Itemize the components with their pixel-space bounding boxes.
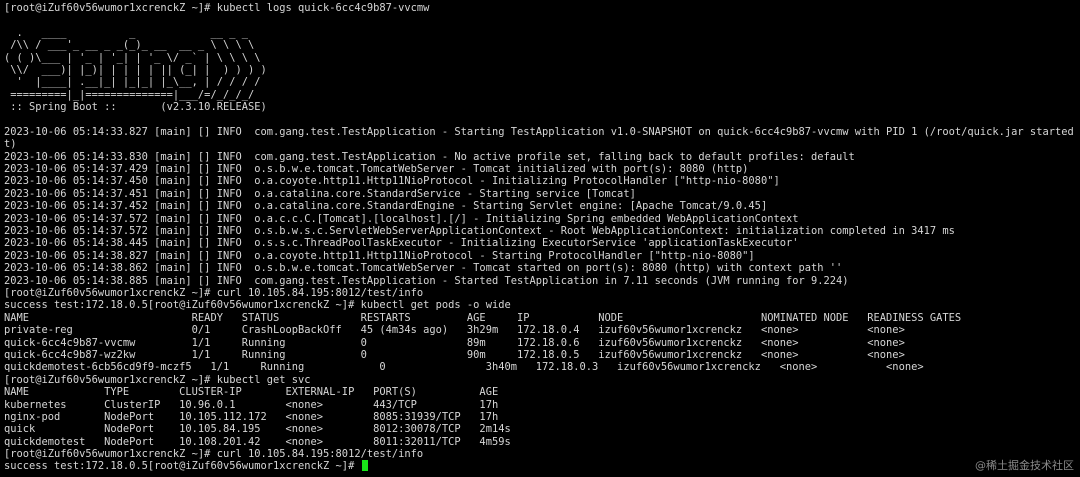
terminal-line: 2023-10-06 05:14:33.830 [main] [] INFO c… xyxy=(4,150,855,163)
terminal-line: NAME READY STATUS RESTARTS AGE IP NODE N… xyxy=(4,311,962,324)
terminal-line: quickdemotest NodePort 10.108.201.42 <no… xyxy=(4,435,511,448)
terminal-line: [root@iZuf60v56wumor1xcrenckZ ~]# curl 1… xyxy=(4,286,424,299)
terminal-line: ( ( )\___ | '_ | '_| | '_ \/ _` | \ \ \ … xyxy=(4,51,261,64)
terminal-line: quickdemotest-6cb56cd9f9-mczf5 1/1 Runni… xyxy=(4,361,924,374)
terminal-line: quick-6cc4c9b87-vvcmw 1/1 Running 0 89m … xyxy=(4,336,905,349)
terminal-line: :: Spring Boot :: (v2.3.10.RELEASE) xyxy=(4,101,267,114)
terminal-line: 2023-10-06 05:14:38.885 [main] [] INFO c… xyxy=(4,274,849,287)
terminal-line: [root@iZuf60v56wumor1xcrenckZ ~]# kubect… xyxy=(4,373,311,386)
prompt-text: success test:172.18.0.5[root@iZuf60v56wu… xyxy=(4,460,361,473)
terminal-line: success test:172.18.0.5[root@iZuf60v56wu… xyxy=(4,299,511,312)
terminal-line: [root@iZuf60v56wumor1xcrenckZ ~]# curl 1… xyxy=(4,448,424,461)
terminal-line: 2023-10-06 05:14:33.827 [main] [] INFO c… xyxy=(4,125,1080,138)
terminal-line: [root@iZuf60v56wumor1xcrenckZ ~]# kubect… xyxy=(4,2,430,14)
terminal-line: 2023-10-06 05:14:37.429 [main] [] INFO o… xyxy=(4,163,749,176)
terminal-lines: [root@iZuf60v56wumor1xcrenckZ ~]# kubect… xyxy=(4,2,1080,461)
terminal-line: 2023-10-06 05:14:37.450 [main] [] INFO o… xyxy=(4,175,780,188)
terminal-line: 2023-10-06 05:14:37.572 [main] [] INFO o… xyxy=(4,212,799,225)
terminal-line: private-reg 0/1 CrashLoopBackOff 45 (4m3… xyxy=(4,324,905,337)
terminal-line: /\\ / ___'_ __ _ _(_)_ __ __ _ \ \ \ \ xyxy=(4,39,255,52)
terminal-line: 2023-10-06 05:14:38.445 [main] [] INFO o… xyxy=(4,237,799,250)
terminal-line: 2023-10-06 05:14:37.451 [main] [] INFO o… xyxy=(4,187,636,200)
terminal-line: 2023-10-06 05:14:37.452 [main] [] INFO o… xyxy=(4,200,768,213)
terminal-line: ' |____| .__|_| |_|_| |_\__, | / / / / xyxy=(4,76,261,89)
terminal-line: \\/ ___)| |_)| | | | | || (_| | ) ) ) ) xyxy=(4,63,267,76)
terminal-line: quick NodePort 10.105.84.195 <none> 8012… xyxy=(4,423,511,436)
terminal-line: 2023-10-06 05:14:38.862 [main] [] INFO o… xyxy=(4,262,843,275)
terminal-line: . ____ _ __ _ _ xyxy=(4,26,248,39)
terminal-line: t) xyxy=(4,138,17,151)
terminal-line: 2023-10-06 05:14:38.827 [main] [] INFO o… xyxy=(4,249,755,262)
terminal-line: NAME TYPE CLUSTER-IP EXTERNAL-IP PORT(S)… xyxy=(4,386,499,399)
terminal-line: =========|_|==============|___/=/_/_/_/ xyxy=(4,88,255,101)
terminal-line: quick-6cc4c9b87-wz2kw 1/1 Running 0 90m … xyxy=(4,348,905,361)
cursor-block xyxy=(361,460,368,472)
terminal-output[interactable]: [root@iZuf60v56wumor1xcrenckZ ~]# kubect… xyxy=(0,0,1080,477)
watermark-text: @稀土掘金技术社区 xyxy=(975,459,1074,472)
terminal-prompt-line[interactable]: success test:172.18.0.5[root@iZuf60v56wu… xyxy=(4,460,1076,472)
terminal-line: nginx-pod NodePort 10.105.112.172 <none>… xyxy=(4,410,499,423)
terminal-line: 2023-10-06 05:14:37.572 [main] [] INFO o… xyxy=(4,225,955,238)
terminal-line: kubernetes ClusterIP 10.96.0.1 <none> 44… xyxy=(4,398,499,411)
